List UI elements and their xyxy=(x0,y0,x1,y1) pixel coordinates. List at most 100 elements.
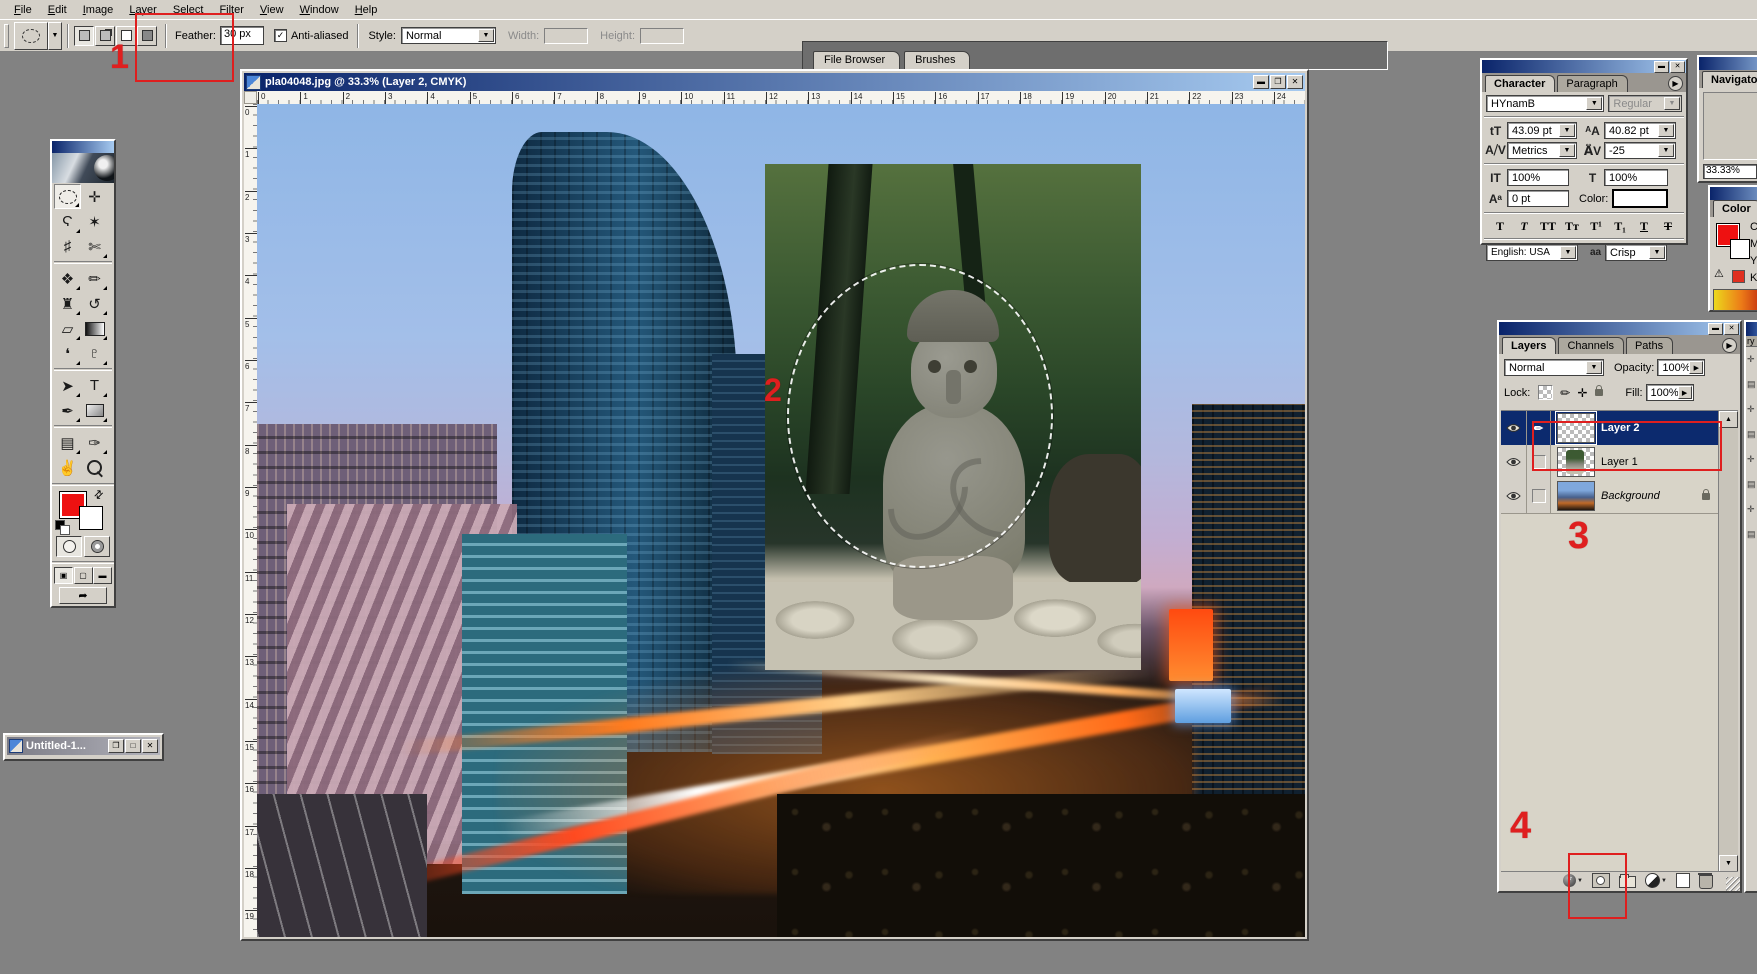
toolbox-titlebar[interactable] xyxy=(52,141,114,153)
min-restore-button[interactable]: ❐ xyxy=(108,739,124,753)
lock-all-icon[interactable] xyxy=(1595,389,1603,396)
language-dropdown[interactable]: English: USA▼ xyxy=(1486,244,1578,261)
swap-colors-icon[interactable]: ⇄ xyxy=(91,487,107,503)
style-dropdown-arrow[interactable]: ▼ xyxy=(478,29,494,42)
adobe-logo[interactable] xyxy=(52,153,114,183)
history-row-fragment[interactable]: ✛ xyxy=(1746,397,1757,422)
tool-lasso[interactable]: Ϛ xyxy=(54,209,81,234)
type-style-button-5[interactable]: T₁ xyxy=(1610,218,1630,234)
color-bg-swatch[interactable] xyxy=(1730,239,1750,259)
tool-hand[interactable]: ✌ xyxy=(54,455,81,480)
standard-screen-button[interactable]: ▣ xyxy=(54,567,73,584)
layer-row-background[interactable]: Background xyxy=(1501,479,1718,514)
anti-alias-dropdown[interactable]: Crisp▼ xyxy=(1605,244,1667,261)
background-thumbnail[interactable] xyxy=(1557,481,1595,511)
tool-magic-wand[interactable]: ✶ xyxy=(81,209,108,234)
font-family-dropdown[interactable]: HYnamB▼ xyxy=(1486,95,1604,112)
tool-move[interactable]: ✛ xyxy=(81,184,108,209)
history-row-fragment[interactable]: ✛ xyxy=(1746,497,1757,522)
gamut-warning-icon[interactable]: ⚠ xyxy=(1714,267,1724,280)
selection-mode-new[interactable] xyxy=(74,26,94,46)
scroll-down-button[interactable]: ▼ xyxy=(1719,855,1738,872)
style-dropdown[interactable]: Normal ▼ xyxy=(401,27,496,44)
type-style-button-0[interactable]: T xyxy=(1490,218,1510,234)
anti-aliased-checkbox[interactable]: ✓ xyxy=(274,29,287,42)
background-name[interactable]: Background xyxy=(1601,490,1702,502)
menu-window[interactable]: Window xyxy=(292,2,347,18)
tool-path-selection[interactable]: ➤ xyxy=(54,373,81,398)
options-grip[interactable] xyxy=(4,24,9,48)
history-row-fragment[interactable]: ▤ xyxy=(1746,472,1757,497)
tab-paths[interactable]: Paths xyxy=(1626,337,1673,354)
palette-resize-grip[interactable] xyxy=(1726,877,1740,891)
tool-eyedropper[interactable]: ✑ xyxy=(81,430,108,455)
type-style-button-3[interactable]: Tᴛ xyxy=(1562,218,1582,234)
menu-view[interactable]: View xyxy=(252,2,292,18)
minimized-titlebar[interactable]: Untitled-1... ❐ □ ✕ xyxy=(7,737,160,755)
layers-minimize-button[interactable]: ▬ xyxy=(1708,323,1723,335)
background-color-swatch[interactable] xyxy=(79,506,103,530)
current-tool-button[interactable] xyxy=(14,22,48,50)
document-titlebar[interactable]: pla04048.jpg @ 33.3% (Layer 2, CMYK) ▬ ❐… xyxy=(244,73,1305,91)
tool-shape[interactable] xyxy=(81,398,108,423)
layers-scrollbar[interactable]: ▲ ▼ xyxy=(1718,411,1738,872)
new-layer-button[interactable] xyxy=(1676,873,1690,888)
history-row-fragment[interactable]: ▤ xyxy=(1746,372,1757,397)
tool-pen[interactable]: ✒ xyxy=(54,398,81,423)
tab-paragraph[interactable]: Paragraph xyxy=(1557,75,1627,92)
tool-brush[interactable]: ✏ xyxy=(81,266,108,291)
opacity-field[interactable]: 100%▶ xyxy=(1657,359,1705,376)
horizontal-scale-field[interactable]: 100% xyxy=(1604,169,1668,186)
history-tab-fragment[interactable]: ry xyxy=(1746,336,1757,347)
character-palette-titlebar[interactable]: ▬ ✕ xyxy=(1482,60,1686,73)
visibility-eye-icon[interactable] xyxy=(1501,479,1527,513)
menu-edit[interactable]: Edit xyxy=(40,2,75,18)
char-minimize-button[interactable]: ▬ xyxy=(1654,61,1669,73)
tab-color[interactable]: Color xyxy=(1713,200,1757,217)
tool-history-brush[interactable]: ↺ xyxy=(81,291,108,316)
char-close-button[interactable]: ✕ xyxy=(1670,61,1685,73)
doc-minimize-button[interactable]: ▬ xyxy=(1253,75,1269,89)
type-color-swatch[interactable] xyxy=(1612,189,1668,208)
vertical-scale-field[interactable]: 100% xyxy=(1507,169,1569,186)
tool-healing-brush[interactable]: ❖ xyxy=(54,266,81,291)
min-close-button[interactable]: ✕ xyxy=(142,739,158,753)
type-style-button-1[interactable]: T xyxy=(1514,218,1534,234)
tab-channels[interactable]: Channels xyxy=(1558,337,1623,354)
layers-palette-titlebar[interactable]: ▬ ✕ xyxy=(1499,322,1740,335)
link-cell-empty[interactable] xyxy=(1527,479,1551,513)
visibility-eye-icon[interactable] xyxy=(1501,411,1527,445)
tab-file-browser[interactable]: File Browser xyxy=(813,51,900,69)
lock-pixels-icon[interactable]: ✏ xyxy=(1560,386,1570,400)
fill-field[interactable]: 100%▶ xyxy=(1646,384,1694,401)
lock-position-icon[interactable]: ✛ xyxy=(1577,386,1587,400)
min-maximize-button[interactable]: □ xyxy=(125,739,141,753)
tool-crop[interactable]: ♯ xyxy=(54,234,81,259)
tool-notes[interactable]: ▤ xyxy=(54,430,81,455)
document-canvas[interactable] xyxy=(257,104,1305,937)
type-style-button-4[interactable]: T¹ xyxy=(1586,218,1606,234)
history-row-fragment[interactable]: ✛ xyxy=(1746,347,1757,372)
new-adjustment-layer-button[interactable]: ▼ xyxy=(1645,873,1667,888)
tool-gradient[interactable] xyxy=(81,316,108,341)
default-colors-icon[interactable] xyxy=(55,520,69,534)
type-style-button-6[interactable]: T xyxy=(1634,218,1654,234)
font-size-field[interactable]: 43.09 pt▼ xyxy=(1507,122,1577,139)
history-row-fragment[interactable]: ▤ xyxy=(1746,422,1757,447)
blend-mode-dropdown[interactable]: Normal▼ xyxy=(1504,359,1604,376)
layers-close-button[interactable]: ✕ xyxy=(1724,323,1739,335)
doc-close-button[interactable]: ✕ xyxy=(1287,75,1303,89)
tool-eraser[interactable]: ▱ xyxy=(54,316,81,341)
tool-clone-stamp[interactable]: ♜ xyxy=(54,291,81,316)
tool-burn[interactable]: ♇ xyxy=(81,341,108,366)
tab-navigator[interactable]: Navigator xyxy=(1702,71,1757,88)
color-ramp[interactable] xyxy=(1713,289,1757,311)
tab-layers[interactable]: Layers xyxy=(1502,337,1556,354)
jump-to-imageready-button[interactable]: ➦ xyxy=(59,587,107,604)
tool-slice[interactable]: ✄ xyxy=(81,234,108,259)
tool-blur[interactable]: ❛ xyxy=(54,341,81,366)
delete-layer-button[interactable] xyxy=(1699,873,1713,889)
gamut-color-chip[interactable] xyxy=(1732,270,1745,283)
navigator-preview[interactable] xyxy=(1703,92,1757,160)
quick-mask-button[interactable] xyxy=(84,536,110,557)
